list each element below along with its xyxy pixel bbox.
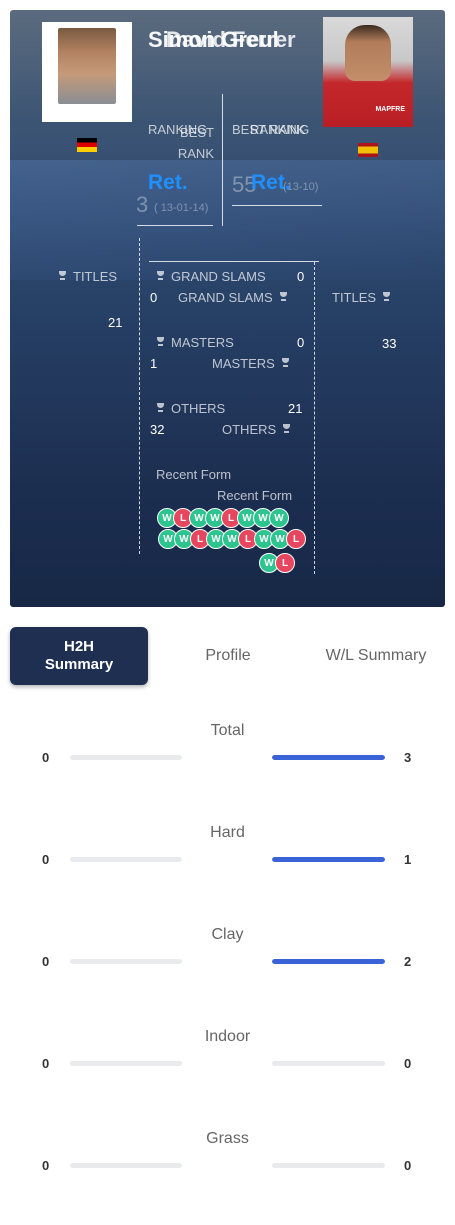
tab-h2h-line2: Summary bbox=[44, 656, 114, 673]
player2-bar bbox=[272, 857, 385, 862]
player2-wins: 1 bbox=[404, 852, 412, 867]
player2-wins: 0 bbox=[404, 1158, 412, 1173]
tab-h2h-line1: H2H bbox=[63, 638, 94, 655]
trophy-icon bbox=[156, 403, 165, 413]
player2-wins: 3 bbox=[404, 750, 412, 765]
player1-photo[interactable] bbox=[42, 22, 132, 122]
player2-photo[interactable]: MAPFRE bbox=[323, 17, 413, 127]
tab-h2h-summary[interactable]: H2H Summary bbox=[10, 627, 148, 685]
player2-ranking-label: RANKING bbox=[250, 122, 310, 137]
surface-row-hard: Hard 0 1 bbox=[0, 824, 455, 884]
player2-bar bbox=[272, 959, 385, 964]
surface-row-total: Total 0 3 bbox=[0, 722, 455, 782]
trophy-icon bbox=[58, 271, 67, 281]
win-badge: W bbox=[269, 508, 289, 528]
player1-best-rank-date: ( 13-01-14) bbox=[154, 202, 209, 214]
player1-others-label: OTHERS bbox=[156, 401, 225, 416]
stats-top-line bbox=[149, 261, 319, 262]
player1-bar bbox=[70, 959, 182, 964]
player1-best-rank-label: BEST RANK bbox=[177, 125, 214, 161]
player1-masters-value: 0 bbox=[297, 335, 305, 350]
player2-masters-value: 1 bbox=[150, 356, 158, 371]
stats-left-border bbox=[139, 238, 140, 554]
player1-bar bbox=[70, 1061, 182, 1066]
player2-masters-label: MASTERS bbox=[212, 356, 290, 371]
surface-name: Hard bbox=[210, 824, 245, 841]
court-background bbox=[10, 160, 445, 280]
stats-right-border bbox=[314, 262, 315, 574]
player2-wins: 0 bbox=[404, 1056, 412, 1071]
player1-rank-value: Ret. bbox=[148, 171, 188, 194]
player1-bar bbox=[70, 857, 182, 862]
tab-profile[interactable]: Profile bbox=[178, 647, 278, 665]
player1-titles-label: TITLES bbox=[58, 269, 117, 284]
player2-recent-form-overflow: WL bbox=[259, 553, 295, 573]
surface-name: Total bbox=[210, 722, 245, 739]
player1-grand-slams-label: GRAND SLAMS bbox=[156, 269, 266, 284]
surface-row-indoor: Indoor 0 0 bbox=[0, 1028, 455, 1088]
loss-badge: L bbox=[286, 529, 306, 549]
player1-masters-label: MASTERS bbox=[156, 335, 234, 350]
player1-bar bbox=[70, 755, 182, 760]
player2-titles-value: 33 bbox=[382, 336, 397, 351]
player2-best-rank-date: (13-10) bbox=[283, 181, 319, 193]
player1-wins: 0 bbox=[42, 1158, 50, 1173]
player1-name[interactable]: Simon Greul bbox=[148, 27, 279, 53]
player2-wins: 2 bbox=[404, 954, 412, 969]
player1-titles-value: 21 bbox=[108, 315, 123, 330]
player1-rank-underline bbox=[137, 225, 213, 226]
player1-wins: 0 bbox=[42, 1056, 50, 1071]
player2-titles-label: TITLES bbox=[332, 290, 391, 305]
player1-best-rank-value: 3 bbox=[136, 192, 149, 217]
player1-grand-slams-value: 0 bbox=[297, 269, 305, 284]
player2-others-label: OTHERS bbox=[222, 422, 291, 437]
trophy-icon bbox=[156, 337, 165, 347]
trophy-icon bbox=[281, 358, 290, 368]
loss-badge: L bbox=[275, 553, 295, 573]
player2-bar bbox=[272, 755, 385, 760]
surface-name: Grass bbox=[206, 1130, 249, 1147]
trophy-icon bbox=[282, 424, 291, 434]
player1-bar bbox=[70, 1163, 182, 1168]
trophy-icon bbox=[156, 271, 165, 281]
player1-wins: 0 bbox=[42, 750, 50, 765]
player1-others-value: 21 bbox=[288, 401, 303, 416]
player2-bar bbox=[272, 1163, 385, 1168]
tab-bar: H2H Summary Profile W/L Summary bbox=[10, 627, 445, 687]
tab-wl-summary[interactable]: W/L Summary bbox=[310, 647, 442, 665]
player2-recent-form: WWLWWLWWL bbox=[158, 529, 306, 549]
trophy-icon bbox=[382, 292, 391, 302]
trophy-icon bbox=[279, 292, 288, 302]
surface-name: Clay bbox=[211, 926, 244, 943]
player2-grand-slams-value: 0 bbox=[150, 290, 158, 305]
player2-bar bbox=[272, 1061, 385, 1066]
player1-recent-form: WLWWLWWW bbox=[157, 508, 289, 528]
rank-divider bbox=[222, 94, 223, 226]
player1-wins: 0 bbox=[42, 954, 50, 969]
player2-bar-fill bbox=[272, 959, 385, 964]
player2-others-value: 32 bbox=[150, 422, 165, 437]
player2-recent-form-label: Recent Form bbox=[217, 488, 293, 503]
player1-recent-form-label: Recent Form bbox=[156, 467, 232, 482]
germany-flag-icon bbox=[77, 138, 97, 152]
player1-wins: 0 bbox=[42, 852, 50, 867]
player2-bar-fill bbox=[272, 755, 385, 760]
player2-grand-slams-label: GRAND SLAMS bbox=[178, 290, 288, 305]
surface-name: Indoor bbox=[204, 1028, 251, 1045]
player2-rank-underline bbox=[232, 205, 322, 206]
spain-flag-icon bbox=[358, 143, 378, 157]
player-comparison-panel: MAPFRE David Ferrer Simon Greul RANKING … bbox=[10, 10, 445, 607]
surface-row-clay: Clay 0 2 bbox=[0, 926, 455, 986]
player2-bar-fill bbox=[272, 857, 385, 862]
surface-row-grass: Grass 0 0 bbox=[0, 1130, 455, 1190]
